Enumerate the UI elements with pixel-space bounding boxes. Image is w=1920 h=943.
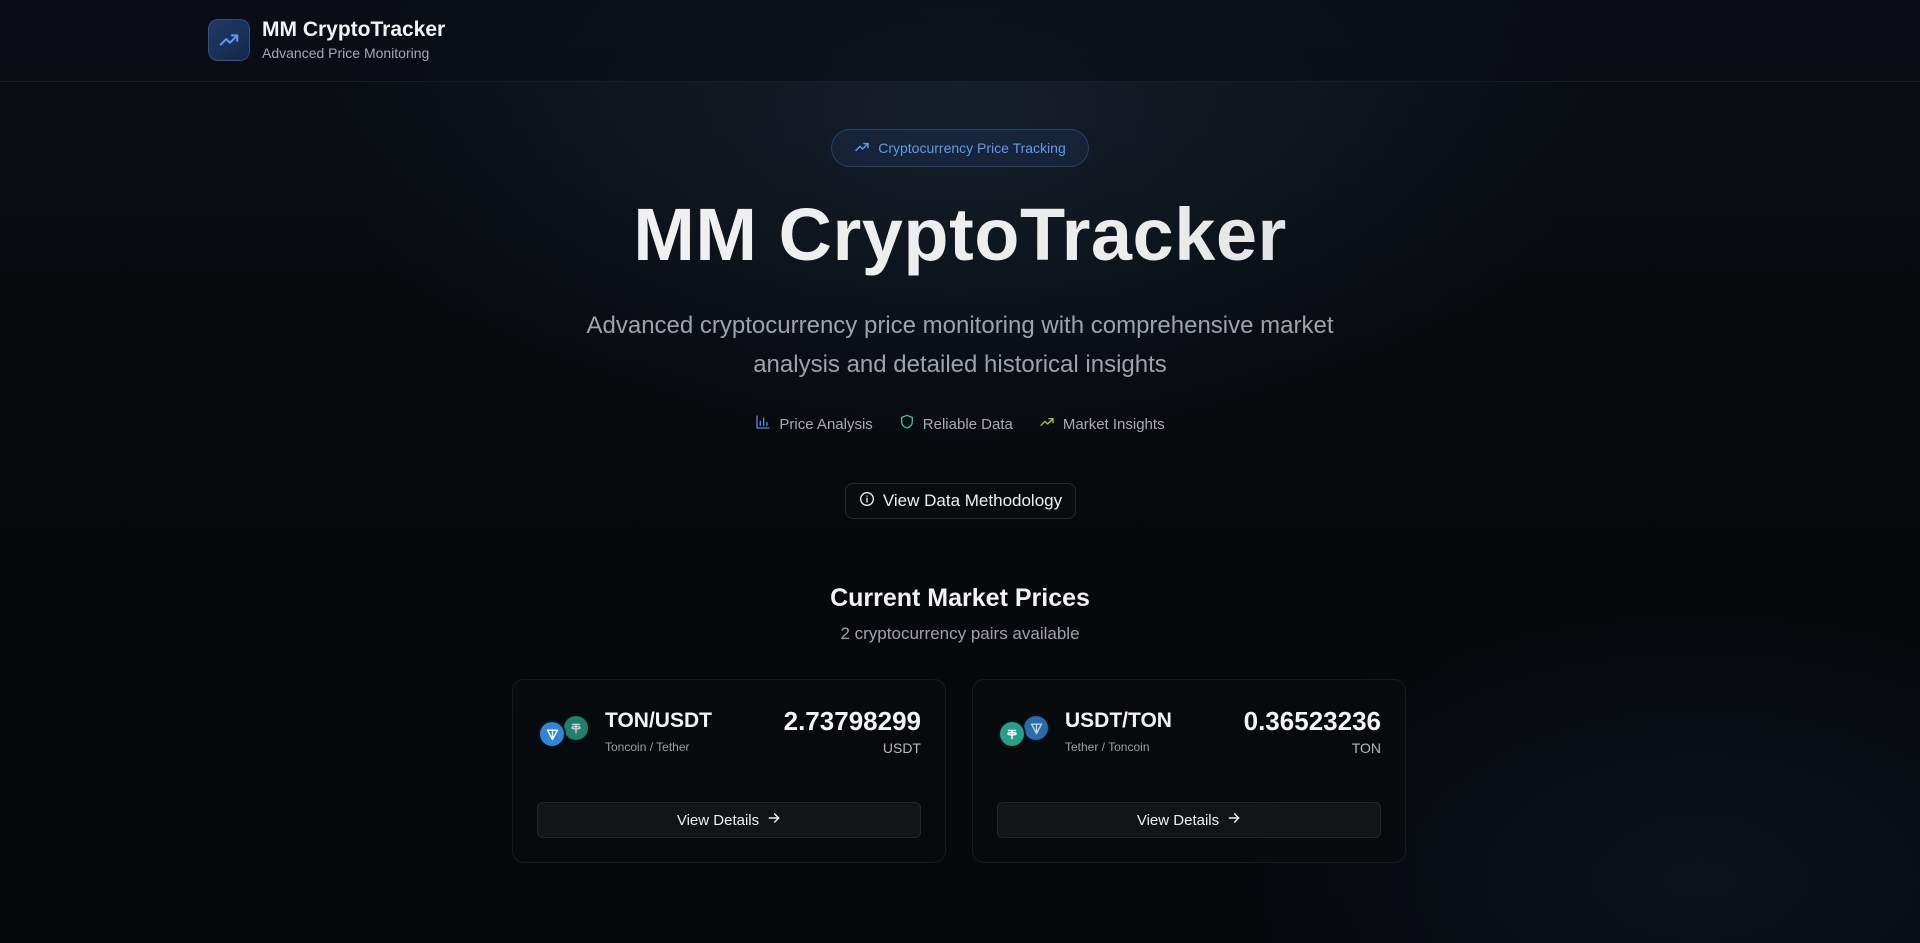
hero-badge: Cryptocurrency Price Tracking — [831, 129, 1089, 167]
view-details-label: View Details — [1136, 811, 1220, 829]
feature-market-insights: Market Insights — [1039, 414, 1165, 434]
view-methodology-label: View Data Methodology — [882, 491, 1063, 510]
market-section-subtitle: 2 cryptocurrency pairs available — [840, 624, 1080, 643]
price-value: 2.73798299 — [783, 706, 921, 736]
pair-description: Toncoin / Tether — [605, 740, 690, 754]
pair-name: TON/USDT — [605, 709, 712, 732]
hero-badge-label: Cryptocurrency Price Tracking — [878, 140, 1066, 156]
info-icon — [859, 491, 875, 512]
tether-icon — [562, 714, 590, 742]
price-unit: USDT — [882, 740, 921, 756]
coin-pair-icons — [538, 714, 594, 748]
price-card-ton-usdt: TON/USDT Toncoin / Tether 2.73798299 USD… — [512, 679, 946, 863]
shield-icon — [899, 414, 915, 434]
pair-description: Tether / Toncoin — [1065, 740, 1150, 754]
brand-subtitle: Advanced Price Monitoring — [262, 45, 430, 61]
bar-chart-icon — [755, 414, 771, 434]
hero-title: MM CryptoTracker — [0, 190, 1920, 280]
view-methodology-button[interactable]: View Data Methodology — [845, 483, 1076, 519]
coin-pair-icons — [998, 714, 1054, 748]
view-details-button[interactable]: View Details — [537, 802, 921, 838]
view-details-button[interactable]: View Details — [997, 802, 1381, 838]
feature-label: Market Insights — [1062, 415, 1165, 433]
feature-label: Reliable Data — [922, 415, 1013, 433]
feature-reliable-data: Reliable Data — [899, 414, 1013, 434]
top-navigation-bar: MM CryptoTracker Advanced Price Monitori… — [0, 0, 1920, 82]
arrow-right-icon — [767, 811, 781, 829]
tether-icon — [998, 720, 1026, 748]
trending-up-icon — [208, 19, 250, 61]
feature-label: Price Analysis — [779, 415, 873, 433]
market-section-title: Current Market Prices — [830, 584, 1090, 612]
price-value: 0.36523236 — [1243, 706, 1381, 736]
trending-up-icon — [1039, 414, 1055, 434]
brand-title: MM CryptoTracker — [262, 18, 446, 41]
pair-name: USDT/TON — [1065, 709, 1172, 732]
price-card-usdt-ton: USDT/TON Tether / Toncoin 0.36523236 TON… — [972, 679, 1406, 863]
view-details-label: View Details — [676, 811, 760, 829]
hero-subtitle: Advanced cryptocurrency price monitoring… — [586, 312, 1334, 378]
toncoin-icon — [538, 720, 566, 748]
feature-price-analysis: Price Analysis — [755, 414, 873, 434]
trending-up-icon — [854, 139, 870, 158]
feature-list: Price Analysis Reliable Data Market Insi… — [0, 414, 1920, 434]
arrow-right-icon — [1227, 811, 1241, 829]
toncoin-icon — [1022, 714, 1050, 742]
brand[interactable]: MM CryptoTracker Advanced Price Monitori… — [208, 18, 445, 62]
price-unit: TON — [1351, 740, 1381, 756]
